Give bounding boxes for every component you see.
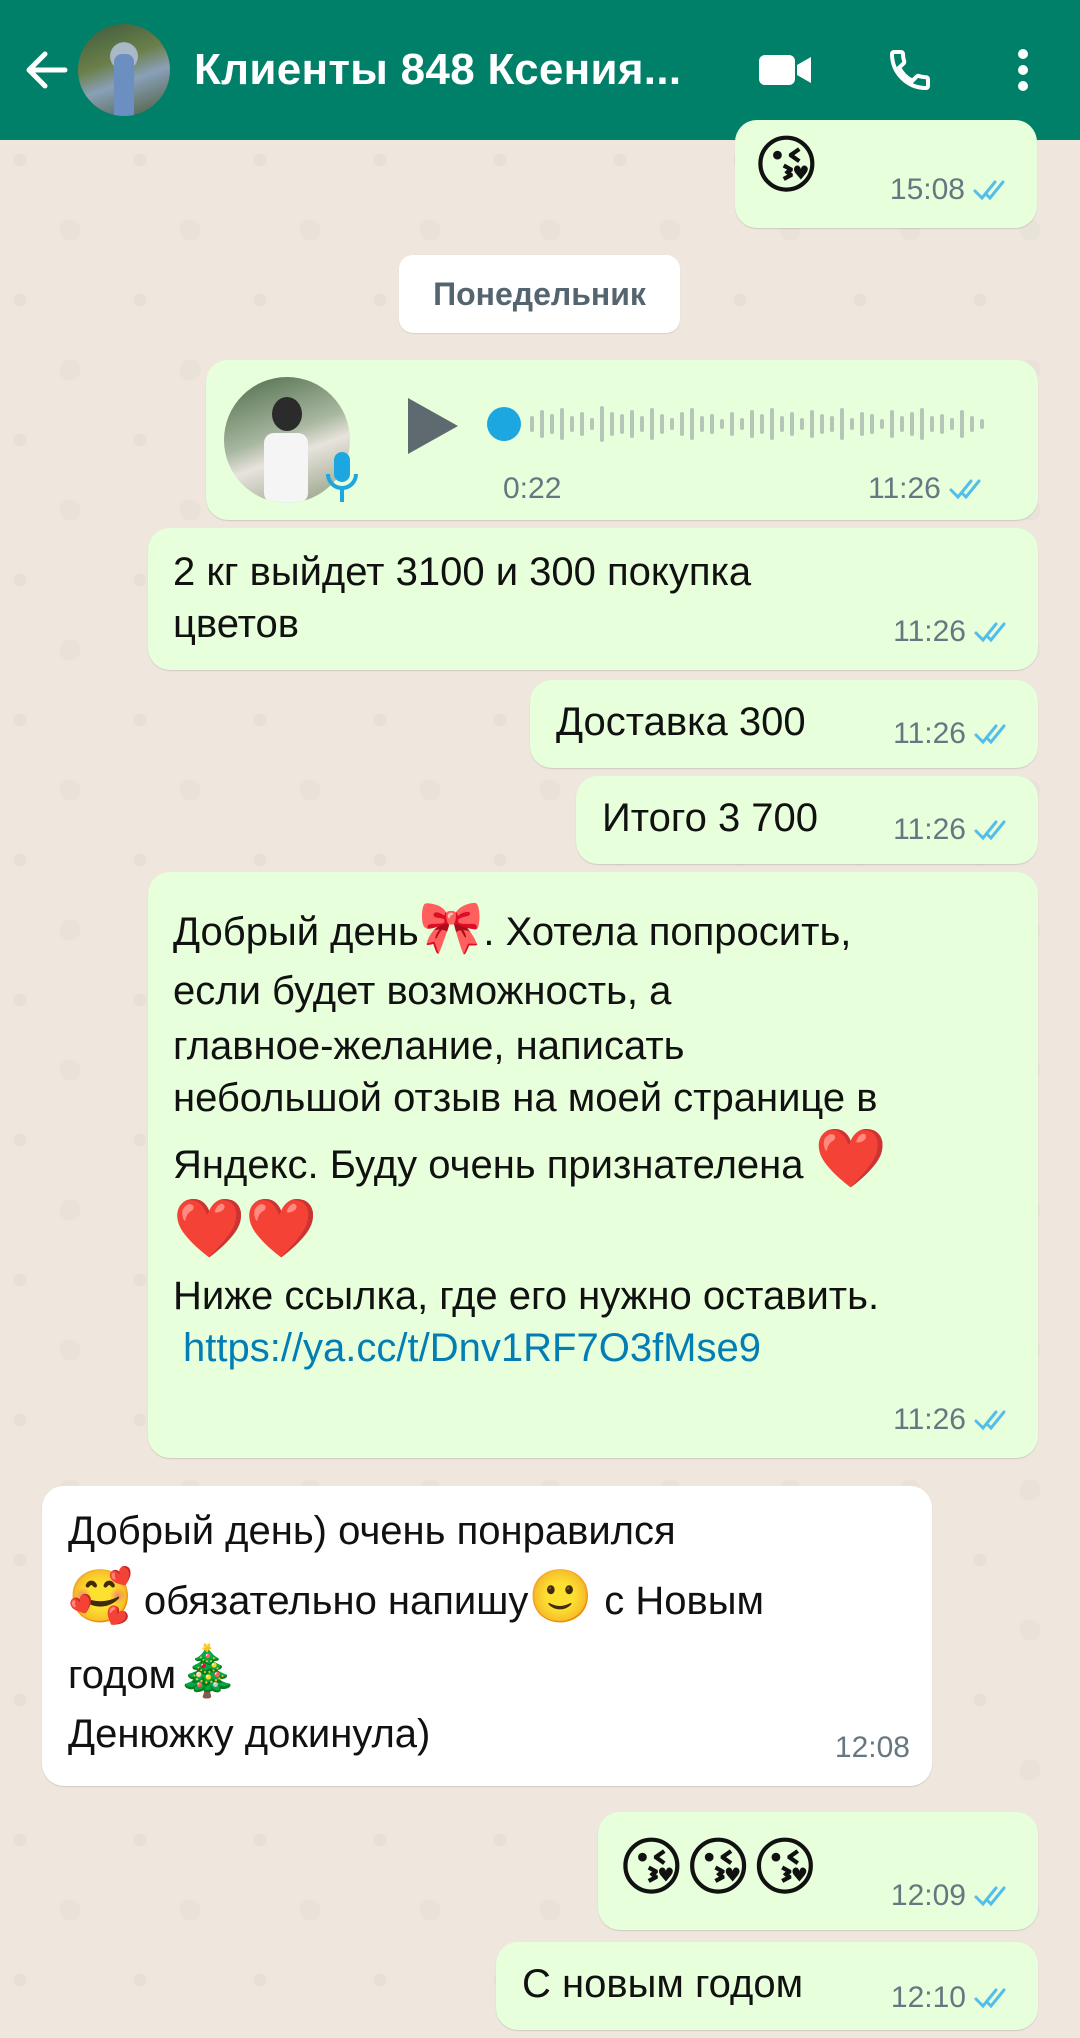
read-ticks-icon	[974, 724, 1006, 745]
message-time: 11:26	[893, 1394, 1016, 1446]
text-span: годом	[68, 1653, 177, 1697]
message-line: 2 кг выйдет 3100 и 300 покупка	[173, 550, 752, 594]
message-text: Итого 3 700	[602, 796, 819, 840]
read-ticks-icon	[973, 180, 1005, 201]
time-text: 12:09	[890, 1879, 966, 1912]
text-span: . Хотела попросить,	[483, 910, 852, 954]
message-line: Денюжку докинула)	[68, 1712, 431, 1756]
read-ticks-icon	[949, 479, 981, 500]
voice-call-icon[interactable]	[880, 40, 940, 100]
voice-waveform[interactable]	[486, 406, 1006, 447]
time-text: 11:26	[893, 1403, 966, 1436]
time-text: 11:26	[868, 472, 941, 505]
message-time: 12:10	[891, 1972, 1016, 2024]
time-text: 11:26	[893, 717, 966, 750]
message-bubble-incoming[interactable]: Добрый день) очень понравился 🥰 обязател…	[42, 1486, 932, 1786]
video-call-icon[interactable]	[755, 40, 815, 100]
message-time: 12:08	[835, 1722, 910, 1774]
message-time: 11:26	[893, 804, 1016, 856]
smiling-hearts-emoji: 🥰	[68, 1568, 133, 1626]
time-text: 11:26	[893, 615, 966, 648]
message-text: Доставка 300	[556, 700, 806, 744]
message-text: Добрый день) очень понравился 🥰 обязател…	[68, 1502, 908, 1760]
message-line: 🥰 обязательно напишу🙂 с Новым	[68, 1560, 908, 1634]
message-line: цветов	[173, 602, 299, 646]
message-line: Добрый день🎀. Хотела попросить,	[173, 894, 1023, 962]
read-ticks-icon	[974, 820, 1006, 841]
chat-title[interactable]: Клиенты 848 Ксения...	[194, 45, 694, 95]
kissing-face-emojis: 😘😘😘	[618, 1831, 819, 1903]
time-text: 15:08	[889, 173, 965, 206]
message-line: главное-желание, написать	[173, 1024, 685, 1068]
read-ticks-icon	[974, 622, 1006, 643]
more-options-icon[interactable]	[993, 40, 1053, 100]
message-bubble-outgoing[interactable]: Итого 3 700 11:26	[576, 776, 1038, 864]
read-ticks-icon	[974, 1886, 1006, 1907]
message-time: 11:26	[893, 708, 1016, 760]
heart-emoji: ❤️	[814, 1126, 887, 1191]
play-button[interactable]	[404, 396, 460, 461]
message-text: С новым годом	[522, 1962, 804, 2006]
review-link[interactable]: https://ya.cc/t/Dnv1RF7O3fMse9	[173, 1322, 1023, 1374]
smile-emoji: 🙂	[528, 1568, 594, 1626]
message-time: 15:08	[890, 164, 1015, 216]
message-line: Добрый день) очень понравился	[68, 1509, 676, 1553]
message-bubble-outgoing[interactable]: 😘 15:08	[735, 120, 1037, 228]
back-arrow-icon[interactable]	[16, 40, 76, 100]
hearts-emoji: ❤️❤️	[173, 1196, 318, 1261]
message-bubble-outgoing[interactable]: 2 кг выйдет 3100 и 300 покупка цветов 11…	[148, 528, 1038, 670]
message-bubble-outgoing[interactable]: С новым годом 12:10	[496, 1942, 1038, 2030]
kissing-face-emoji: 😘	[753, 129, 820, 201]
message-line: Ниже ссылка, где его нужно оставить.	[173, 1274, 880, 1318]
time-text: 12:10	[890, 1981, 966, 2014]
message-time: 11:26	[893, 606, 1016, 658]
text-span: обязательно напишу	[132, 1579, 529, 1623]
time-text: 11:26	[893, 813, 966, 846]
christmas-tree-emoji: 🎄	[176, 1643, 239, 1699]
time-text: 12:08	[834, 1731, 910, 1764]
text-span: с Новым	[593, 1579, 764, 1623]
message-line: небольшой отзыв на моей странице в	[173, 1076, 878, 1120]
text-span: Добрый день	[173, 910, 419, 954]
chat-header: Клиенты 848 Ксения...	[0, 0, 1080, 140]
message-line: Яндекс. Буду очень признателена ❤️	[173, 1124, 1023, 1194]
read-ticks-icon	[974, 1988, 1006, 2009]
message-time: 11:26	[868, 472, 991, 506]
message-bubble-outgoing[interactable]: 😘😘😘 12:09	[598, 1812, 1038, 1930]
text-span: Яндекс. Буду очень признателена	[173, 1143, 804, 1187]
message-text: Добрый день🎀. Хотела попросить, если буд…	[173, 894, 1023, 1374]
date-divider: Понедельник	[399, 255, 680, 333]
message-bubble-outgoing[interactable]: Доставка 300 11:26	[530, 680, 1038, 768]
message-text: 2 кг выйдет 3100 и 300 покупка цветов	[173, 546, 751, 650]
voice-duration: 0:22	[503, 472, 562, 505]
contact-avatar[interactable]	[78, 24, 170, 116]
message-line: если будет возможность, а	[173, 969, 672, 1013]
read-ticks-icon	[974, 1410, 1006, 1431]
ribbon-emoji: 🎀	[418, 899, 484, 957]
message-bubble-outgoing[interactable]: Добрый день🎀. Хотела попросить, если буд…	[148, 872, 1038, 1458]
message-time: 12:09	[891, 1870, 1016, 1922]
microphone-icon	[322, 450, 362, 511]
message-line: годом🎄	[68, 1634, 908, 1708]
